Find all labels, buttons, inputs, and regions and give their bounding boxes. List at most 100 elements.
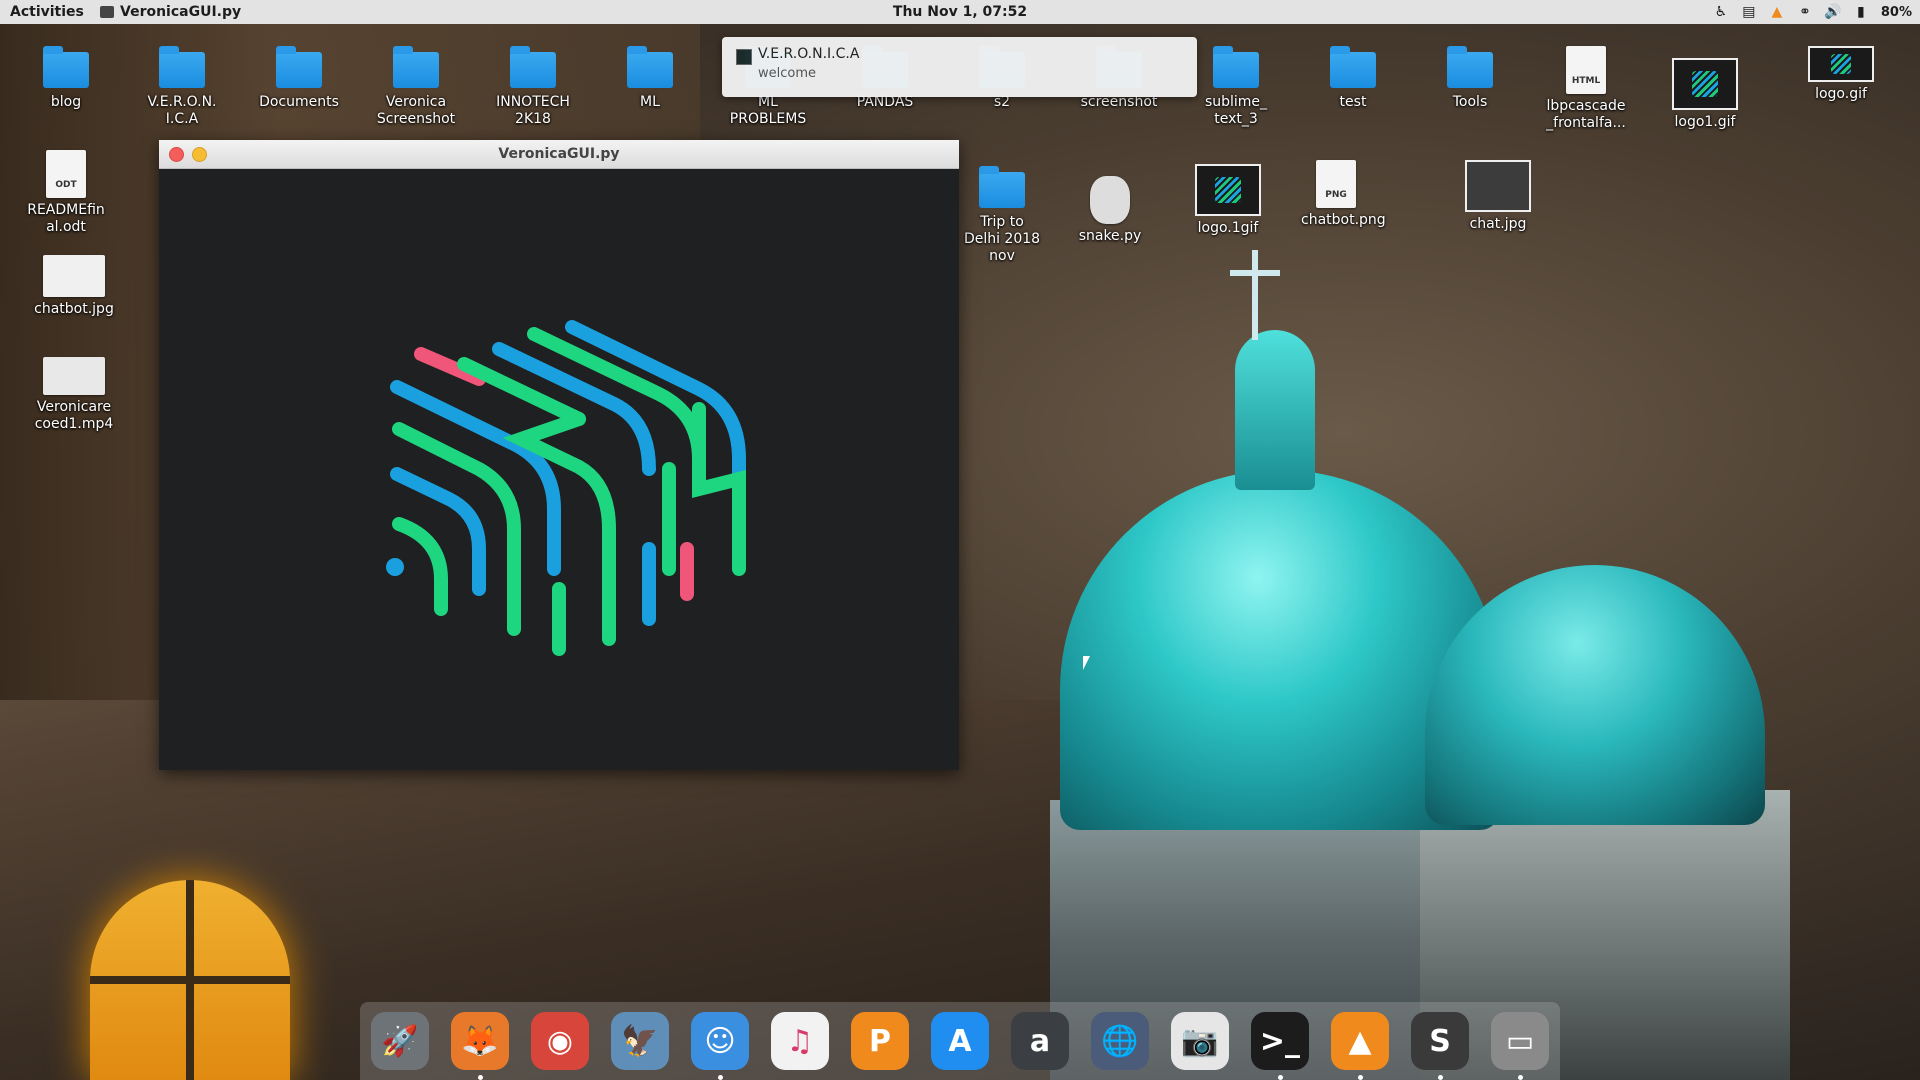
desktop-icon-snake-py[interactable]: snake.py — [1062, 176, 1158, 245]
desktop-icon-label: V.E.R.O.N.I.C.A — [147, 94, 217, 127]
folder-icon — [1330, 46, 1376, 88]
appstore-icon[interactable]: A — [931, 1012, 989, 1070]
indicator-icon[interactable]: ▤ — [1741, 4, 1757, 20]
desktop-icon-label: logo1.gif — [1674, 114, 1736, 130]
amazon-icon[interactable]: a — [1011, 1012, 1069, 1070]
desktop-icon-label: chatbot.jpg — [34, 301, 114, 317]
folder-icon — [627, 46, 673, 88]
desktop-icon-label: chat.jpg — [1469, 216, 1527, 232]
desktop-icon-logo1-gif[interactable]: logo1.gif — [1657, 58, 1753, 131]
desktop-icon-label: ML PROBLEMS — [729, 94, 807, 127]
desktop-icon-tools[interactable]: Tools — [1422, 46, 1518, 111]
notification-body: welcome — [758, 66, 817, 81]
window-icon[interactable]: ▭ — [1491, 1012, 1549, 1080]
mouse-cursor — [1083, 656, 1090, 670]
top-bar: Activities VeronicaGUI.py Thu Nov 1, 07:… — [0, 0, 1920, 24]
desktop-icon-label: test — [1339, 94, 1367, 110]
folder-icon — [276, 46, 322, 88]
chrome-icon[interactable]: ◉ — [531, 1012, 589, 1070]
wallpaper-cross-bar — [1230, 270, 1280, 276]
desktop-icon-chatbot-png[interactable]: PNG chatbot.png — [1288, 160, 1386, 229]
desktop-icon-label: Documents — [259, 94, 339, 110]
launchpad-icon[interactable]: 🚀 — [371, 1012, 429, 1070]
desktop-icon-chat-jpg[interactable]: chat.jpg — [1450, 160, 1546, 233]
finder-icon[interactable]: ☺ — [691, 1012, 749, 1080]
image-thumbnail — [1195, 164, 1261, 216]
folder-icon — [979, 166, 1025, 208]
network-icon[interactable]: ⚭ — [1797, 4, 1813, 20]
desktop-icon-logo-1gif[interactable]: logo.1gif — [1180, 164, 1276, 237]
desktop-icon-trip-delhi[interactable]: Trip to Delhi 2018 nov — [954, 166, 1050, 265]
folder-icon — [159, 46, 205, 88]
running-indicator — [1278, 1075, 1283, 1080]
battery-icon[interactable]: ▮ — [1853, 4, 1869, 20]
logo-thumbnail-icon — [1215, 177, 1241, 203]
notification-banner[interactable]: V.E.R.O.N.I.C.A welcome — [722, 37, 1197, 97]
desktop-icon-test[interactable]: test — [1305, 46, 1401, 111]
network-icon[interactable]: 🌐 — [1091, 1012, 1149, 1070]
wallpaper-lantern — [1235, 330, 1315, 490]
desktop-icon-sublime-text[interactable]: sublime_text_3 — [1188, 46, 1284, 128]
desktop-icon-readme[interactable]: ODT READMEfinal.odt — [18, 150, 114, 236]
desktop-icon-label: INNOTECH 2K18 — [496, 94, 570, 127]
html-file-icon: HTML — [1566, 46, 1606, 94]
logo-thumbnail-icon — [1831, 54, 1851, 74]
folder-icon — [1447, 46, 1493, 88]
notification-title: V.E.R.O.N.I.C.A — [758, 46, 860, 62]
veronica-logo — [386, 320, 746, 656]
folder-icon — [43, 46, 89, 88]
folder-icon — [393, 46, 439, 88]
desktop-icon-veronica-screenshot[interactable]: Veronica Screenshot — [368, 46, 464, 128]
battery-level: 80% — [1880, 4, 1912, 20]
vlc-tray-icon[interactable]: ▲ — [1769, 4, 1785, 20]
screenshot-icon[interactable]: 📷 — [1171, 1012, 1229, 1070]
desktop-icon-video[interactable]: Veronicarecoed1.mp4 — [26, 357, 122, 433]
png-file-icon: PNG — [1316, 160, 1356, 208]
desktop-icon-logo-gif[interactable]: logo.gif — [1793, 46, 1889, 103]
image-thumbnail — [1672, 58, 1738, 110]
desktop-icon-label: Veronicarecoed1.mp4 — [34, 399, 114, 432]
accessibility-icon[interactable]: ♿ — [1713, 4, 1729, 20]
desktop-icon-documents[interactable]: Documents — [251, 46, 347, 111]
desktop-icon-veronica-folder[interactable]: V.E.R.O.N.I.C.A — [134, 46, 230, 128]
image-thumbnail — [1808, 46, 1874, 82]
desktop-icon-label: logo.gif — [1815, 86, 1867, 102]
desktop-icon-label: sublime_text_3 — [1204, 94, 1268, 127]
desktop-icon-lbpcascade[interactable]: HTML lbpcascade_frontalfa... — [1538, 46, 1634, 132]
desktop-icon-label: logo.1gif — [1197, 220, 1259, 236]
desktop-icon-chatbot-jpg[interactable]: chatbot.jpg — [26, 255, 122, 318]
music-icon[interactable]: ♫ — [771, 1012, 829, 1070]
desktop-icon-label: chatbot.png — [1301, 212, 1386, 228]
desktop-icon-ml[interactable]: ML — [602, 46, 698, 111]
desktop-icon-blog[interactable]: blog — [18, 46, 114, 111]
wallpaper-lit-window — [90, 880, 290, 1080]
eagle-icon[interactable]: 🦅 — [611, 1012, 669, 1070]
running-indicator — [1358, 1075, 1363, 1080]
desktop-icon-label: lbpcascade_frontalfa... — [1546, 98, 1626, 131]
logo-thumbnail-icon — [1692, 71, 1718, 97]
terminal-icon[interactable]: >_ — [1251, 1012, 1309, 1080]
image-thumbnail — [1465, 160, 1531, 212]
running-indicator — [1518, 1075, 1523, 1080]
document-icon: ODT — [46, 150, 86, 198]
dock: 🚀 🦊 ◉ 🦅 ☺ ♫ P Aa 🌐 📷 >_ ▲ S ▭ — [360, 1002, 1560, 1080]
wallpaper-cross — [1252, 250, 1258, 340]
presentation-icon[interactable]: P — [851, 1012, 909, 1070]
desktop-icon-label: Trip to Delhi 2018 nov — [963, 214, 1041, 264]
system-tray: ♿ ▤ ▲ ⚭ 🔊 ▮ 80% — [1713, 4, 1912, 20]
firefox-icon[interactable]: 🦊 — [451, 1012, 509, 1080]
desktop-icon-label: ML — [640, 94, 660, 110]
sublime-icon[interactable]: S — [1411, 1012, 1469, 1080]
desktop-icon-label: Veronica Screenshot — [376, 94, 456, 127]
vlc-icon[interactable]: ▲ — [1331, 1012, 1389, 1080]
desktop-icon-innotech[interactable]: INNOTECH 2K18 — [485, 46, 581, 128]
video-file-icon — [43, 357, 105, 395]
clock[interactable]: Thu Nov 1, 07:52 — [0, 4, 1920, 20]
chatbot-image-icon — [43, 255, 105, 297]
notification-app-icon — [736, 49, 752, 65]
window-titlebar[interactable]: VeronicaGUI.py — [159, 140, 959, 169]
folder-icon — [510, 46, 556, 88]
volume-icon[interactable]: 🔊 — [1824, 4, 1841, 20]
desktop-icon-label: READMEfinal.odt — [27, 202, 105, 235]
desktop-icon-label: Tools — [1452, 94, 1488, 110]
